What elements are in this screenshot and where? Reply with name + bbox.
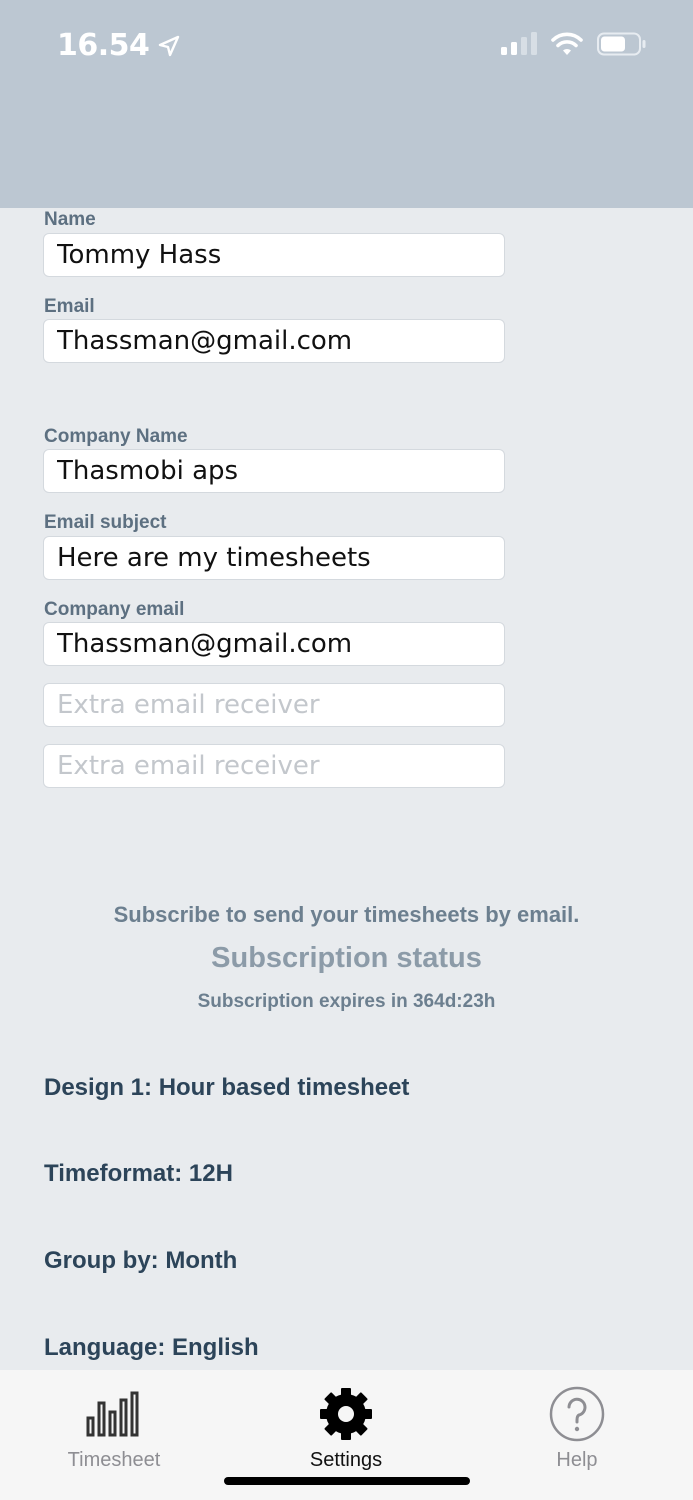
company-name-input[interactable] — [43, 449, 505, 493]
extra-email-receiver-input-2[interactable] — [43, 744, 505, 788]
email-subject-input[interactable] — [43, 536, 505, 580]
timeformat-setting[interactable]: Timeformat: 12H — [44, 1160, 233, 1188]
status-time-text: 16.54 — [57, 28, 150, 63]
company-name-label: Company Name — [44, 426, 188, 447]
subscription-expires-text: Subscription expires in 364d:23h — [197, 991, 496, 1012]
subscription-status-title[interactable]: Subscription status — [0, 942, 693, 975]
home-indicator[interactable] — [224, 1477, 470, 1485]
help-circle-icon — [548, 1384, 606, 1444]
extra-email-receiver-input-1[interactable] — [43, 683, 505, 727]
tab-timesheet[interactable]: Timesheet — [34, 1370, 194, 1480]
group-by-setting[interactable]: Group by: Month — [44, 1247, 237, 1275]
email-subject-label: Email subject — [44, 512, 167, 533]
gear-icon — [316, 1384, 376, 1444]
status-time: 16.54 — [57, 28, 181, 63]
bar-chart-icon — [85, 1384, 143, 1444]
subscribe-prompt[interactable]: Subscribe to send your timesheets by ema… — [0, 902, 693, 928]
location-arrow-icon — [159, 35, 180, 56]
design-setting[interactable]: Design 1: Hour based timesheet — [44, 1074, 409, 1102]
tab-help[interactable]: Help — [497, 1370, 657, 1480]
tab-settings[interactable]: Settings — [266, 1370, 426, 1480]
header-bar: 16.54 — [0, 0, 693, 208]
name-input[interactable] — [43, 233, 505, 277]
name-label: Name — [44, 209, 96, 230]
language-setting[interactable]: Language: English — [44, 1334, 259, 1362]
company-email-label: Company email — [44, 599, 185, 620]
status-icons — [501, 32, 647, 56]
cellular-signal-icon — [501, 32, 537, 55]
email-input[interactable] — [43, 319, 505, 363]
tab-timesheet-label: Timesheet — [67, 1449, 161, 1471]
email-label: Email — [44, 296, 95, 317]
wifi-icon — [551, 32, 583, 55]
company-email-input[interactable] — [43, 622, 505, 666]
battery-icon — [597, 32, 646, 56]
tab-settings-label: Settings — [309, 1449, 383, 1471]
tab-help-label: Help — [556, 1449, 598, 1471]
